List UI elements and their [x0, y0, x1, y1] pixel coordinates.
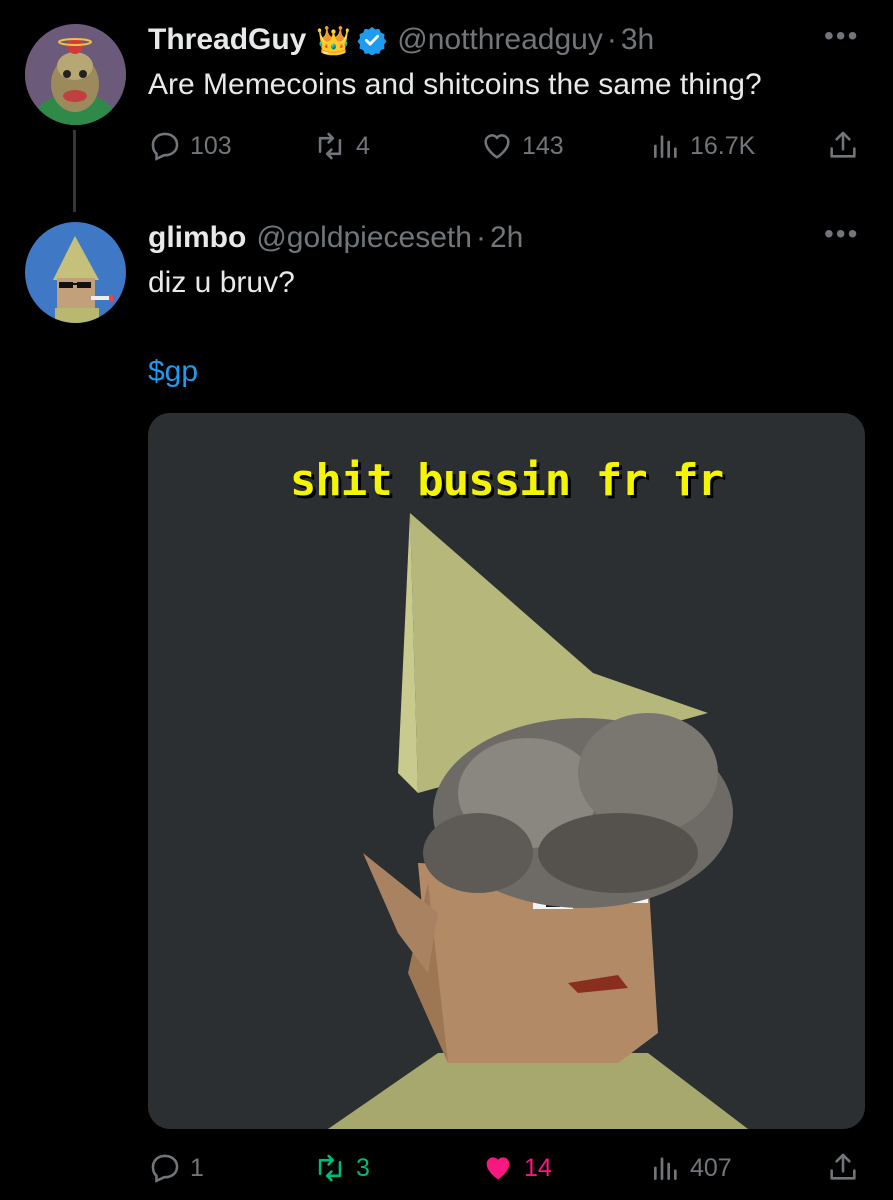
gnome-meme-illustration	[328, 513, 748, 1129]
reply-more-options-icon[interactable]: •••	[824, 218, 859, 250]
tweet-time[interactable]: 3h	[621, 23, 654, 57]
reply-view-count: 407	[690, 1153, 732, 1182]
repost-count: 4	[356, 131, 370, 160]
reply-separator-dot: ·	[475, 221, 486, 254]
repost-icon	[318, 132, 342, 160]
share-icon	[830, 131, 856, 158]
crown-badge-icon: 👑	[316, 24, 352, 56]
cashtag-link[interactable]: $gp	[148, 355, 198, 389]
heart-icon	[484, 134, 510, 159]
tweet-text: Are Memecoins and shitcoins the same thi…	[148, 68, 762, 101]
reply-count: 103	[190, 131, 232, 160]
reply-author-name[interactable]: glimbo	[148, 221, 246, 255]
share-button[interactable]	[826, 128, 860, 167]
views-icon	[654, 135, 677, 158]
thread-connector-line	[73, 130, 76, 212]
repost-active-icon	[318, 1154, 342, 1182]
reply-like-button[interactable]: 14	[480, 1148, 552, 1188]
like-count: 143	[522, 131, 564, 160]
reply-author-handle[interactable]: @goldpieceseth	[256, 221, 472, 255]
reply-media-image[interactable]: shit bussin fr fr	[148, 413, 865, 1129]
glimbo-avatar[interactable]	[25, 222, 126, 323]
reply-button[interactable]: 103	[148, 126, 232, 166]
reply-reply-button[interactable]: 1	[148, 1148, 204, 1188]
reply-share-button[interactable]	[826, 1150, 860, 1189]
reply-time[interactable]: 2h	[490, 221, 523, 255]
heart-filled-icon	[486, 1157, 510, 1180]
more-options-icon[interactable]: •••	[824, 20, 859, 52]
like-button[interactable]: 143	[480, 126, 564, 166]
reply-text: diz u bruv?	[148, 266, 295, 299]
author-handle[interactable]: @notthreadguy	[397, 23, 603, 57]
share-icon	[830, 1153, 856, 1180]
reply-like-count: 14	[524, 1153, 552, 1182]
threadguy-avatar[interactable]	[25, 24, 126, 125]
reply-repost-button[interactable]: 3	[312, 1148, 370, 1188]
view-count: 16.7K	[690, 131, 756, 160]
views-button[interactable]: 16.7K	[650, 126, 755, 166]
reply-icon	[151, 132, 179, 161]
views-icon	[654, 1157, 677, 1180]
reply-icon	[151, 1154, 179, 1183]
repost-button[interactable]: 4	[312, 126, 370, 166]
verified-badge-icon	[357, 25, 387, 55]
separator-dot: ·	[606, 23, 617, 56]
reply-repost-count: 3	[356, 1153, 370, 1182]
reply-reply-count: 1	[190, 1153, 204, 1182]
author-name[interactable]: ThreadGuy	[148, 23, 306, 57]
reply-views-button[interactable]: 407	[650, 1148, 732, 1188]
